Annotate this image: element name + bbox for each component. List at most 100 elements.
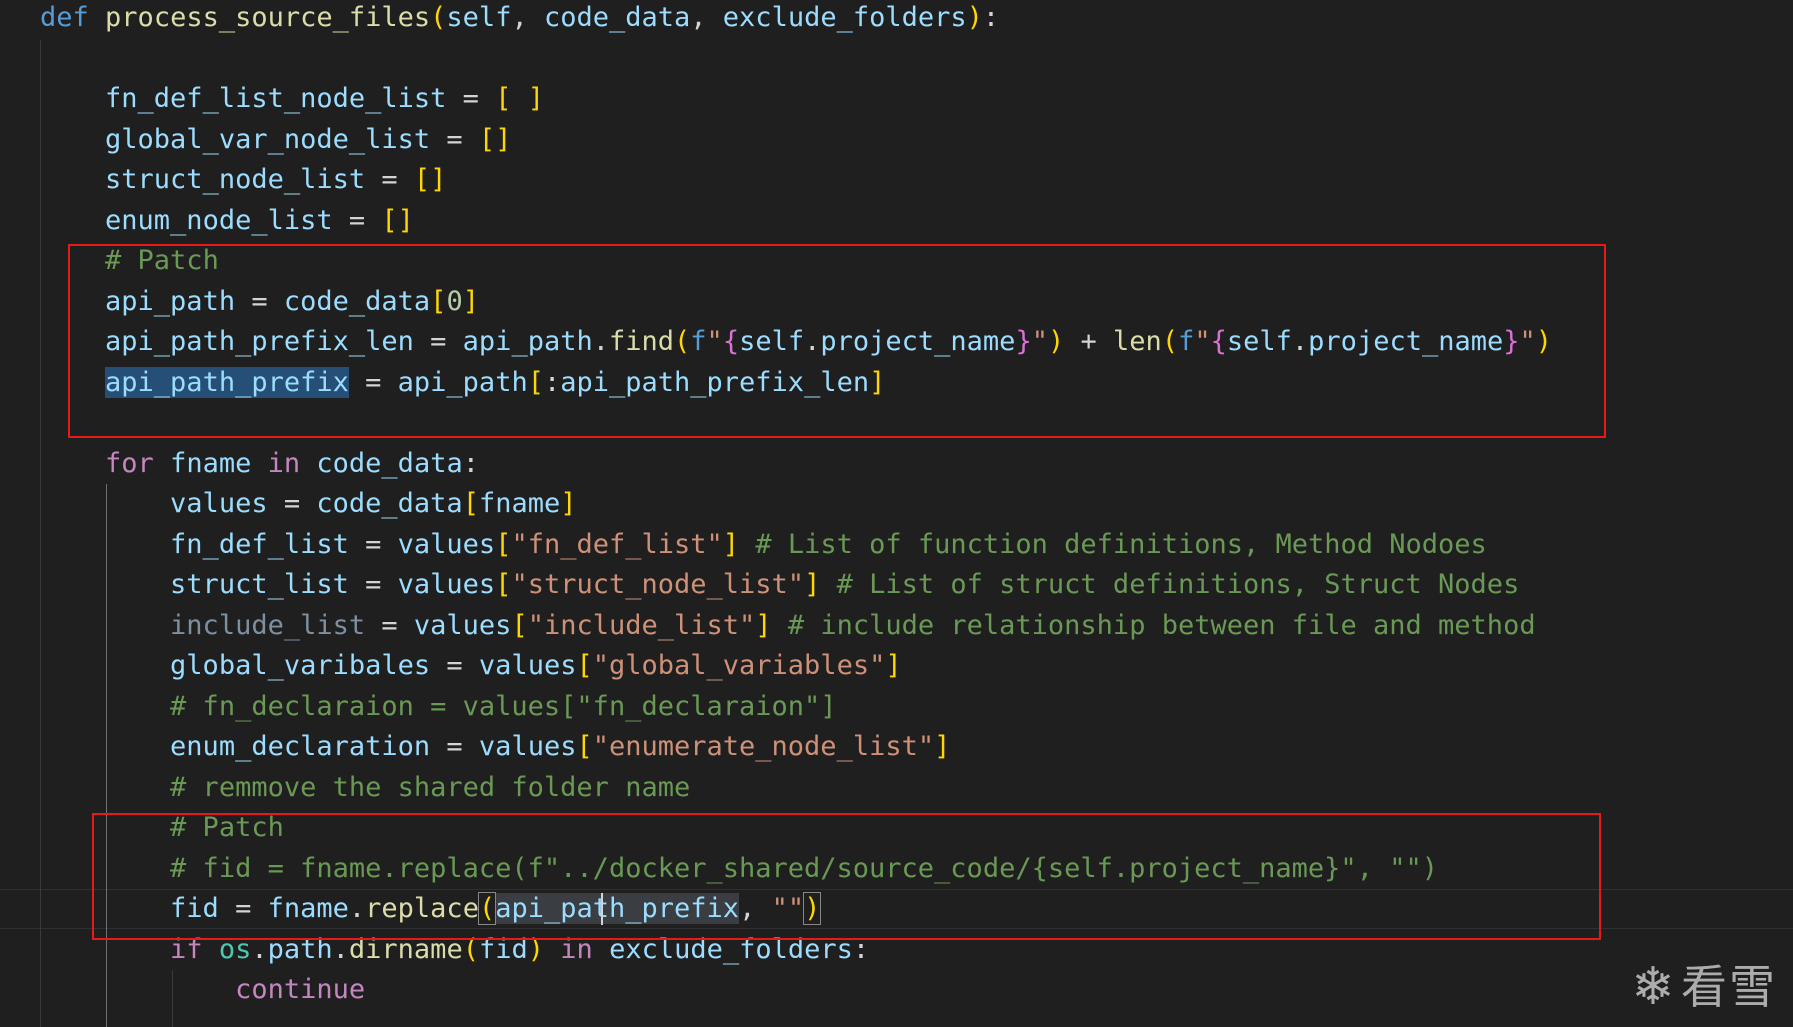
code-token: fn_def_list_node_list <box>105 83 447 114</box>
code-token: = <box>267 488 317 519</box>
code-token: : <box>982 2 1000 33</box>
code-token: fname <box>478 488 561 519</box>
code-token: continue <box>235 974 366 1005</box>
code-token: values <box>170 488 268 519</box>
code-token: , <box>511 2 544 33</box>
code-token: # List of function definitions, Method N… <box>755 529 1487 560</box>
code-line[interactable]: include_list = values["include_list"] # … <box>40 606 1536 646</box>
code-token: = <box>348 569 398 600</box>
code-token: # fn_declaraion = values["fn_declaraion"… <box>170 691 837 722</box>
code-token: ] <box>755 610 772 641</box>
code-line[interactable]: # fn_declaraion = values["fn_declaraion"… <box>40 687 837 727</box>
code-token: values <box>478 731 577 762</box>
code-token: ] <box>560 488 577 519</box>
code-token: code_data <box>316 448 463 479</box>
code-token: for <box>105 448 154 479</box>
code-token: process_source_files <box>105 2 431 33</box>
code-line[interactable]: global_var_node_list = [] <box>40 120 511 160</box>
code-token: global_var_node_list <box>105 124 431 155</box>
code-token: values <box>478 650 577 681</box>
code-token: "global_variables" <box>592 650 886 681</box>
code-token: values <box>397 529 496 560</box>
code-token: include_list <box>170 610 366 641</box>
code-token: [ <box>462 488 479 519</box>
code-token: global_varibales <box>170 650 431 681</box>
code-token: [] <box>478 124 512 155</box>
code-token: struct_node_list <box>105 164 366 195</box>
code-token: [] <box>381 205 414 236</box>
code-token: = <box>430 731 479 762</box>
code-token: [ <box>576 731 593 762</box>
code-line[interactable]: enum_node_list = [] <box>40 201 414 241</box>
code-line[interactable]: for fname in code_data: <box>40 444 479 484</box>
snowflake-icon: ❄ <box>1631 957 1675 1017</box>
code-token: = <box>430 124 479 155</box>
code-token: [ <box>511 610 528 641</box>
code-token: code_data <box>316 488 463 519</box>
code-token: "struct_node_list" <box>511 569 805 600</box>
code-token: = <box>446 83 496 114</box>
code-token: exclude_folders <box>722 2 967 33</box>
code-line[interactable]: def process_source_files(self, code_data… <box>40 0 999 38</box>
code-token: values <box>413 610 512 641</box>
code-token: = <box>430 650 479 681</box>
code-token: ] <box>804 569 821 600</box>
text-cursor <box>601 893 603 925</box>
code-line[interactable]: # remmove the shared folder name <box>40 768 690 808</box>
watermark-text: 看雪 <box>1681 960 1777 1014</box>
patch-highlight-box-top <box>68 244 1606 438</box>
code-line[interactable]: values = code_data[fname] <box>40 484 577 524</box>
code-line[interactable]: continue <box>40 970 365 1010</box>
code-token: fname <box>170 448 252 479</box>
code-token: ( <box>430 2 447 33</box>
code-token: ] <box>722 529 740 560</box>
code-line[interactable]: struct_node_list = [] <box>40 160 446 200</box>
code-token: # List of struct definitions, Struct Nod… <box>836 569 1520 600</box>
code-token: enum_node_list <box>105 205 333 236</box>
code-token: [ <box>495 569 512 600</box>
code-token: [ ] <box>495 83 544 114</box>
code-token: ] <box>934 731 951 762</box>
code-token: self <box>446 2 512 33</box>
code-token: [ <box>576 650 593 681</box>
code-line[interactable]: fn_def_list_node_list = [ ] <box>40 79 544 119</box>
code-token: ) <box>966 2 983 33</box>
code-token: struct_list <box>170 569 349 600</box>
code-token: : <box>462 448 479 479</box>
code-token: [ <box>495 529 512 560</box>
patch-highlight-box-bottom <box>92 813 1601 940</box>
code-token: "enumerate_node_list" <box>592 731 935 762</box>
code-token: in <box>267 448 301 479</box>
code-line[interactable]: fn_def_list = values["fn_def_list"] # Li… <box>40 525 1487 565</box>
watermark: ❄ 看雪 <box>1631 961 1777 1013</box>
code-editor[interactable]: def process_source_files(self, code_data… <box>0 0 1793 1027</box>
code-token: [] <box>413 164 447 195</box>
code-line[interactable]: struct_list = values["struct_node_list"]… <box>40 565 1519 605</box>
code-token: enum_declaration <box>170 731 431 762</box>
code-token: = <box>332 205 382 236</box>
code-token: ] <box>885 650 902 681</box>
code-token: fn_def_list <box>170 529 349 560</box>
code-token: "include_list" <box>527 610 756 641</box>
code-line[interactable]: global_varibales = values["global_variab… <box>40 646 902 686</box>
code-line[interactable]: enum_declaration = values["enumerate_nod… <box>40 727 950 767</box>
